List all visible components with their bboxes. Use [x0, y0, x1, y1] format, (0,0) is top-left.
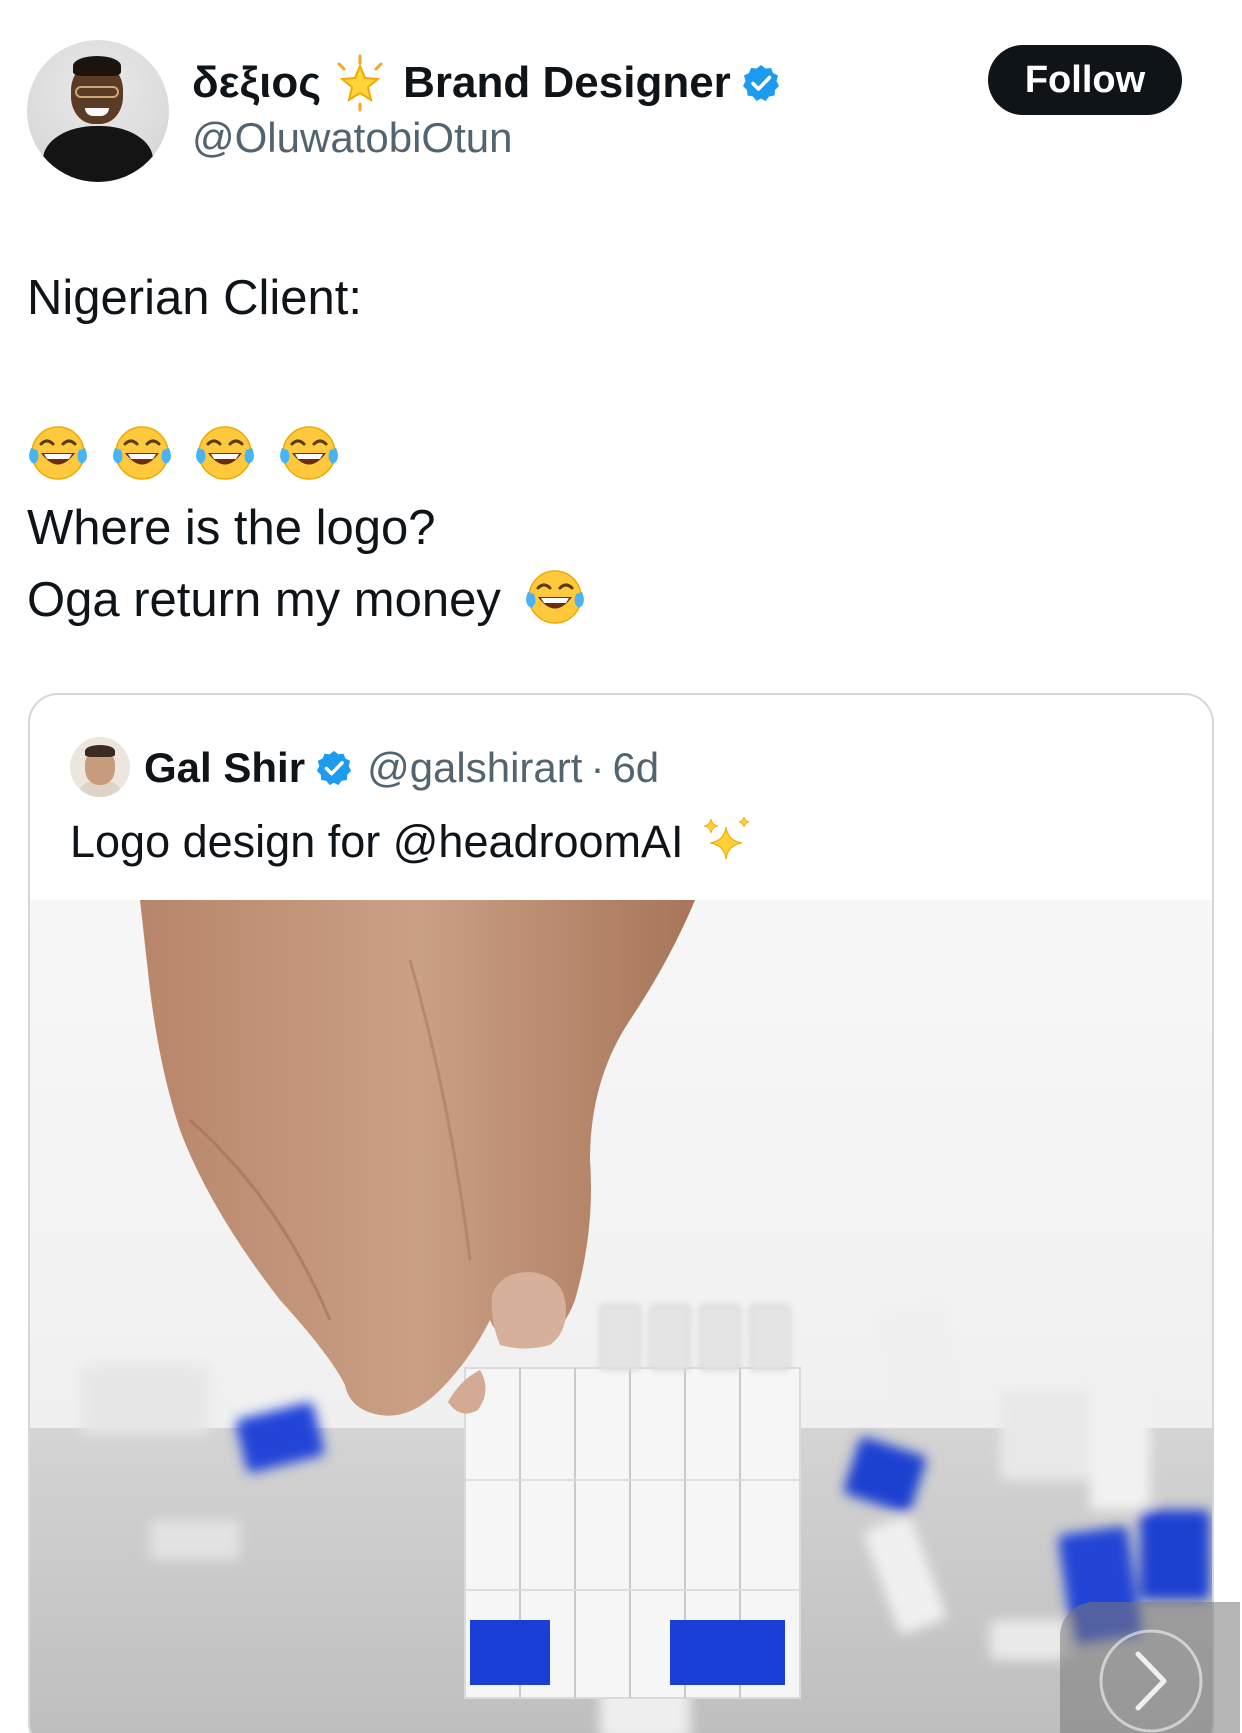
quoted-tweet-text-content: Logo design for @headroomAI — [70, 816, 684, 867]
quoted-tweet-text: Logo design for @headroomAI — [70, 813, 754, 871]
tweet-line-4: Oga return my money — [27, 564, 1207, 636]
quoted-author-name[interactable]: Gal Shir — [144, 744, 305, 792]
video-thumbnail-lego-icon[interactable] — [30, 900, 1212, 1733]
tweet-line-1: Nigerian Client: — [27, 271, 362, 325]
verified-badge-icon — [741, 63, 781, 103]
face-with-tears-of-joy-icon — [279, 426, 338, 480]
tweet-body: Nigerian Client: Where is the logo? Oga … — [27, 262, 1207, 636]
sparkles-icon — [696, 813, 754, 871]
quoted-tweet-time[interactable]: 6d — [612, 744, 659, 792]
quoted-tweet-card[interactable]: Gal Shir @galshirart · 6d Logo design fo… — [28, 693, 1214, 1733]
tweet-line-3: Where is the logo? — [27, 501, 436, 555]
face-with-tears-of-joy-icon — [526, 570, 585, 624]
face-with-tears-of-joy-icon — [112, 426, 171, 480]
follow-button[interactable]: Follow — [988, 45, 1182, 115]
tweet-emoji-row — [27, 420, 1207, 492]
face-with-tears-of-joy-icon — [196, 426, 255, 480]
author-avatar[interactable] — [27, 40, 169, 182]
verified-badge-icon — [315, 749, 353, 787]
quoted-author-avatar[interactable] — [70, 737, 130, 797]
chevron-right-icon — [1099, 1629, 1203, 1733]
author-name[interactable]: δεξιος — [192, 58, 321, 108]
meta-separator: · — [590, 744, 605, 791]
glowing-star-icon — [331, 54, 389, 112]
face-with-tears-of-joy-icon — [29, 426, 87, 480]
quoted-author-handle[interactable]: @galshirart — [367, 744, 582, 792]
author-name-row[interactable]: δεξιος Brand Designer — [192, 52, 781, 114]
next-media-button[interactable] — [1060, 1602, 1240, 1733]
tweet-header: δεξιος Brand Designer @OluwatobiOtun Fol… — [0, 0, 1242, 200]
quoted-tweet-header: Gal Shir @galshirart · 6d — [144, 739, 659, 797]
author-handle[interactable]: @OluwatobiOtun — [192, 114, 512, 162]
author-title: Brand Designer — [403, 58, 731, 107]
tweet-line-4-text: Oga return my money — [27, 573, 501, 627]
